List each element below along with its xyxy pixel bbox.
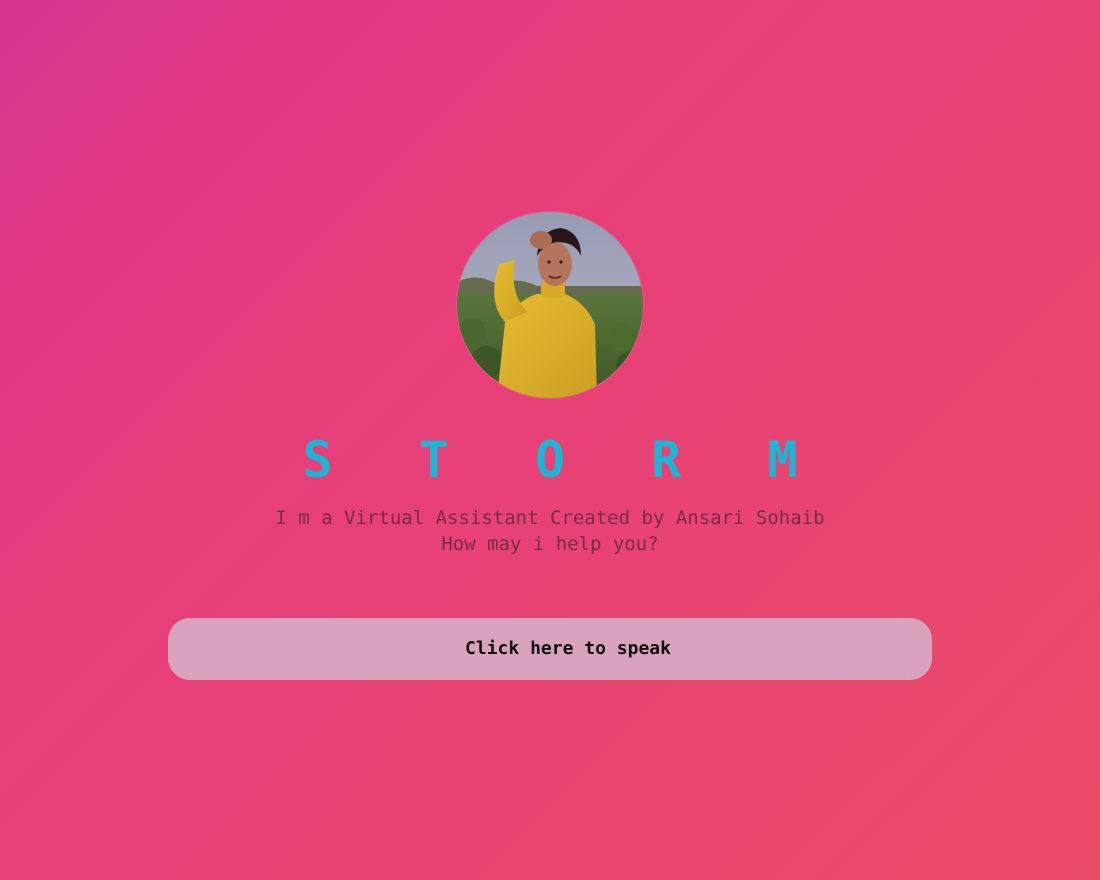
assistant-avatar (457, 212, 643, 398)
prompt-line: How may i help you? (441, 533, 659, 555)
assistant-name: S T O R M (302, 431, 826, 489)
assistant-description: I m a Virtual Assistant Created by Ansar… (0, 505, 1100, 557)
profile-photo (457, 212, 643, 398)
app-container: S T O R M I m a Virtual Assistant Create… (0, 0, 1100, 880)
speak-button[interactable]: Click here to speak (168, 618, 932, 680)
intro-line: I m a Virtual Assistant Created by Ansar… (275, 507, 825, 529)
